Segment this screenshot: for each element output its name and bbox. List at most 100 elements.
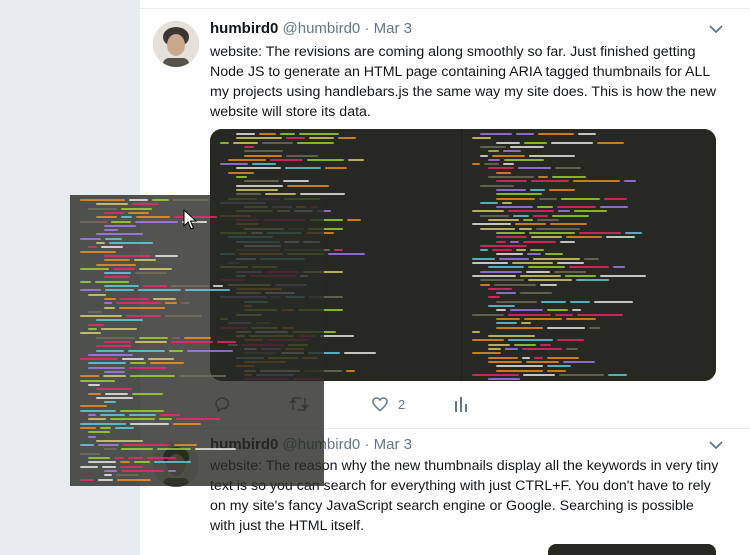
timestamp[interactable]: Mar 3 [374,20,412,37]
code-line [287,184,329,187]
code-line [522,348,562,350]
code-line [286,154,318,157]
code-line [577,313,623,316]
code-line [105,237,122,240]
code-screenshot-right[interactable] [462,129,716,381]
code-line [132,392,163,395]
code-line [488,335,535,338]
code-line [104,272,131,275]
display-name[interactable]: humbird0 [210,20,278,37]
code-line [472,137,491,140]
code-line [135,340,167,343]
code-line [132,203,159,206]
code-line [604,197,627,200]
code-line [168,469,176,472]
code-line [104,401,116,404]
code-line [561,197,600,200]
avatar[interactable] [153,21,199,67]
code-line [536,227,580,230]
code-line [472,339,504,342]
code-line [504,158,544,161]
code-line [496,322,517,325]
code-line [173,199,209,201]
code-line [528,266,565,269]
code-line [270,158,303,161]
separator: · [364,20,370,37]
separator: · [364,436,370,453]
code-line [472,262,508,264]
code-line [530,188,545,191]
chevron-down-icon[interactable] [708,439,724,451]
timestamp[interactable]: Mar 3 [374,436,412,453]
code-line [95,280,129,283]
code-line [184,336,211,339]
code-line [80,220,107,223]
code-line [624,180,636,183]
code-line [104,474,112,477]
code-line [480,249,488,252]
code-line [488,305,515,307]
code-line [472,257,495,260]
code-line [488,296,500,299]
code-line [80,237,101,240]
code-line [547,309,568,312]
code-line [559,373,604,376]
code-line [320,335,354,338]
tweet-media-partial[interactable] [548,544,716,555]
code-line [129,199,148,201]
code-line [80,267,109,270]
code-line [496,369,543,372]
code-line [259,133,276,135]
code-line [88,435,96,438]
code-line [496,317,520,320]
code-line [165,315,202,318]
code-line [174,444,197,447]
code-line [236,188,278,191]
code-line [508,313,551,316]
code-line [347,219,361,221]
code-line [160,414,180,416]
code-line [80,422,126,425]
code-line [520,292,552,295]
code-line [488,158,500,161]
code-line [96,319,143,322]
dragged-image-overlay[interactable] [70,195,324,486]
code-line [116,302,161,305]
code-line [171,285,209,287]
code-line [560,240,575,243]
code-line [547,356,579,359]
code-line [537,206,553,209]
code-line [213,285,223,287]
code-line [480,279,524,282]
code-line [496,326,543,329]
code-line [510,145,544,148]
like-button[interactable]: 2 [371,395,405,413]
code-line [100,426,111,429]
analytics-button[interactable] [453,395,469,413]
code-line [346,369,355,372]
code-line [96,349,124,352]
code-line [600,274,646,277]
code-line [88,461,116,464]
code-line [576,279,609,282]
code-line [88,414,96,416]
code-line [165,302,177,305]
code-line [552,176,586,178]
code-line [88,362,126,365]
code-line [98,444,119,447]
code-line [492,249,512,252]
code-line [104,211,124,214]
code-line [348,158,364,161]
code-line [135,220,178,223]
code-line [116,474,139,477]
code-line [88,383,100,386]
chevron-down-icon[interactable] [708,23,724,35]
code-line [152,199,169,201]
code-line [488,176,534,178]
code-line [524,141,547,144]
code-line [123,444,170,447]
user-handle[interactable]: @humbird0 [283,20,361,37]
code-line [550,223,587,226]
code-line [147,457,176,459]
code-line [540,343,551,346]
